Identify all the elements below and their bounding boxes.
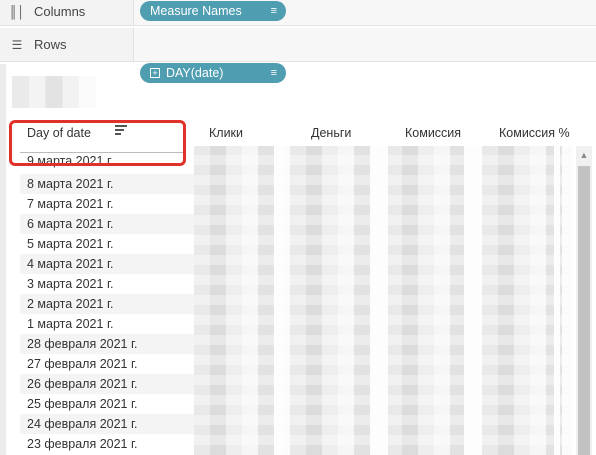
table-row[interactable]: 3 марта 2021 г. (20, 274, 194, 294)
table-row[interactable]: 26 февраля 2021 г. (20, 374, 194, 394)
table-row[interactable]: 23 февраля 2021 г. (20, 434, 194, 454)
blurred-data-cells (194, 146, 572, 455)
blurred-title (12, 76, 96, 108)
rows-shelf-label: ☰ Rows (8, 37, 67, 52)
highlight-annotation (9, 120, 186, 166)
scrollbar-thumb[interactable] (578, 166, 590, 455)
table-row[interactable]: 7 марта 2021 г. (20, 194, 194, 214)
expand-plus-icon[interactable]: + (150, 68, 160, 78)
columns-icon: ║│ (8, 4, 25, 19)
table-row[interactable]: 2 марта 2021 г. (20, 294, 194, 314)
rows-drop-zone[interactable] (133, 28, 596, 61)
table-row[interactable]: 27 февраля 2021 г. (20, 354, 194, 374)
rows-shelf: ☰ Rows + DAY(date) ≡ (0, 28, 596, 83)
table-row[interactable]: 4 марта 2021 г. (20, 254, 194, 274)
table-row[interactable]: 6 марта 2021 г. (20, 214, 194, 234)
table-row[interactable]: 24 февраля 2021 г. (20, 414, 194, 434)
header-commission-pct[interactable]: Комиссия % (499, 126, 570, 140)
table-row[interactable]: 1 марта 2021 г. (20, 314, 194, 334)
table-row[interactable]: 8 марта 2021 г. (20, 174, 194, 194)
table-row[interactable]: 28 февраля 2021 г. (20, 334, 194, 354)
header-money[interactable]: Деньги (311, 126, 351, 140)
header-commission[interactable]: Комиссия (405, 126, 461, 140)
rows-icon: ☰ (11, 37, 23, 52)
sort-icon: ≡ (270, 67, 278, 79)
measure-names-pill[interactable]: Measure Names ≡ (140, 1, 286, 21)
table-row[interactable]: 5 марта 2021 г. (20, 234, 194, 254)
scroll-up-icon[interactable]: ▲ (578, 150, 590, 162)
header-clicks[interactable]: Клики (209, 126, 243, 140)
left-panel-edge (0, 64, 6, 455)
sort-icon: ≡ (270, 5, 278, 17)
table-row[interactable]: 25 февраля 2021 г. (20, 394, 194, 414)
day-date-pill[interactable]: + DAY(date) ≡ (140, 63, 286, 83)
columns-shelf-label: ║│ Columns (8, 4, 86, 19)
columns-shelf: ║│ Columns Measure Names ≡ (0, 0, 596, 26)
